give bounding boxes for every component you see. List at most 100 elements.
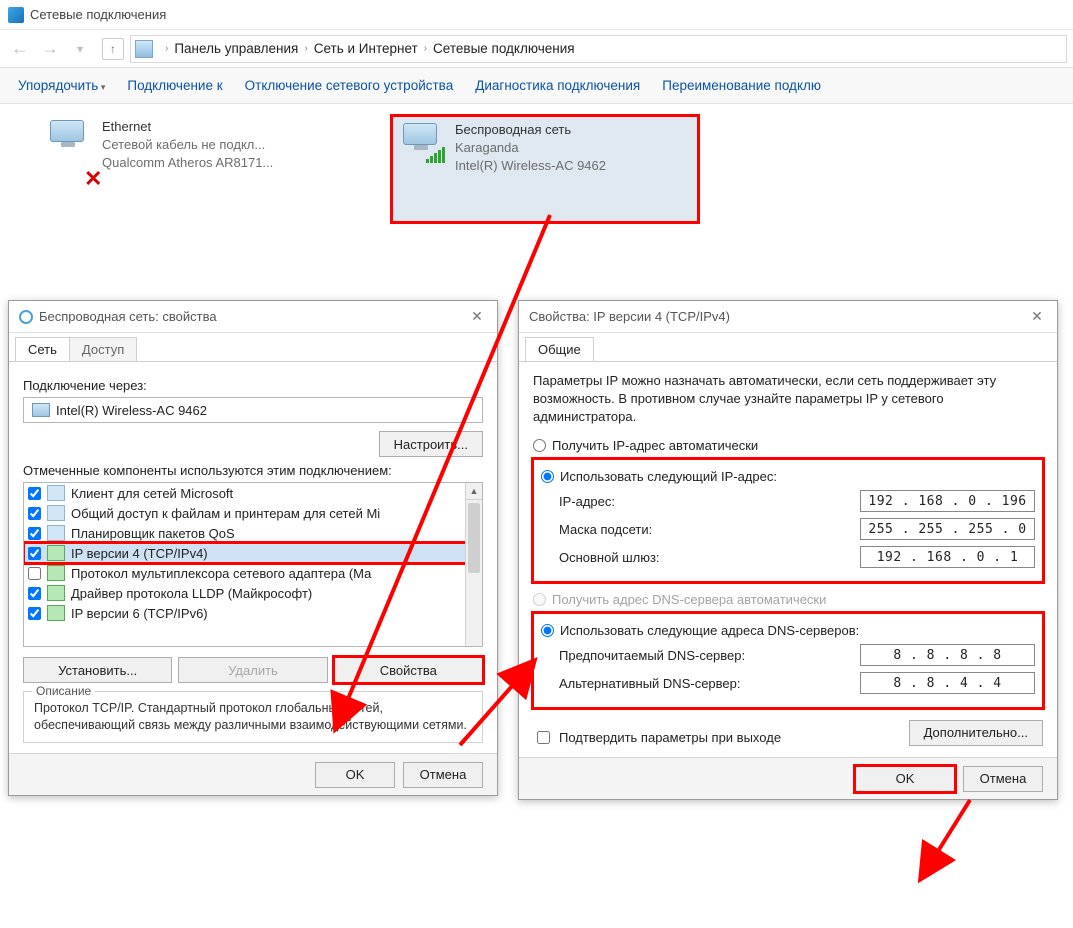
tab-access[interactable]: Доступ bbox=[69, 337, 137, 361]
wifi-name: Беспроводная сеть bbox=[455, 121, 606, 139]
organize-menu[interactable]: Упорядочить bbox=[18, 78, 105, 93]
chk[interactable] bbox=[28, 607, 41, 620]
radio-use-ip[interactable]: Использовать следующий IP-адрес: bbox=[541, 469, 1035, 484]
adapter-icon bbox=[32, 403, 50, 417]
connection-wireless[interactable]: Беспроводная сеть Karaganda Intel(R) Wir… bbox=[390, 114, 700, 224]
cpl-icon bbox=[135, 40, 153, 58]
connection-ethernet[interactable]: ✕ Ethernet Сетевой кабель не подкл... Qu… bbox=[40, 114, 350, 224]
remove-button[interactable]: Удалить bbox=[178, 657, 327, 683]
advanced-button[interactable]: Дополнительно... bbox=[909, 720, 1043, 746]
radio[interactable] bbox=[533, 439, 546, 452]
ok-button[interactable]: OK bbox=[315, 762, 395, 788]
connect-to[interactable]: Подключение к bbox=[127, 78, 222, 93]
ip-input[interactable]: 192 . 168 . 0 . 196 bbox=[860, 490, 1035, 512]
toolbar: Упорядочить Подключение к Отключение сет… bbox=[0, 68, 1073, 104]
info-icon bbox=[19, 310, 33, 324]
tab-network[interactable]: Сеть bbox=[15, 337, 70, 361]
properties-button[interactable]: Свойства bbox=[334, 657, 483, 683]
gw-input[interactable]: 192 . 168 . 0 . 1 bbox=[860, 546, 1035, 568]
diagnose[interactable]: Диагностика подключения bbox=[475, 78, 640, 93]
list-item: Планировщик пакетов QoS bbox=[24, 523, 482, 543]
network-icon bbox=[8, 7, 24, 23]
props-title-bar: Беспроводная сеть: свойства ✕ bbox=[9, 301, 497, 333]
list-item: IP версии 6 (TCP/IPv6) bbox=[24, 603, 482, 623]
nav-row: ← → ▾ ↑ › Панель управления › Сеть и Инт… bbox=[0, 30, 1073, 68]
ip-settings-box: Использовать следующий IP-адрес: IP-адре… bbox=[533, 459, 1043, 582]
title-bar: Сетевые подключения bbox=[0, 0, 1073, 30]
chk[interactable] bbox=[28, 527, 41, 540]
up-button[interactable]: ↑ bbox=[102, 38, 124, 60]
components-list[interactable]: Клиент для сетей Microsoft Общий доступ … bbox=[23, 482, 483, 647]
ok-button[interactable]: OK bbox=[855, 766, 955, 792]
connect-via-label: Подключение через: bbox=[23, 378, 483, 393]
ethernet-icon: ✕ bbox=[44, 118, 92, 158]
close-button[interactable]: ✕ bbox=[467, 308, 487, 325]
wifi-device: Intel(R) Wireless-AC 9462 bbox=[455, 157, 606, 175]
list-item: Клиент для сетей Microsoft bbox=[24, 483, 482, 503]
radio[interactable] bbox=[541, 470, 554, 483]
dns-settings-box: Использовать следующие адреса DNS-сервер… bbox=[533, 613, 1043, 708]
connections-area: ✕ Ethernet Сетевой кабель не подкл... Qu… bbox=[0, 104, 1073, 234]
mask-input[interactable]: 255 . 255 . 255 . 0 bbox=[860, 518, 1035, 540]
eth-device: Qualcomm Atheros AR8171... bbox=[102, 154, 273, 172]
list-item: Общий доступ к файлам и принтерам для се… bbox=[24, 503, 482, 523]
chk[interactable] bbox=[28, 587, 41, 600]
bc-c[interactable]: Сетевые подключения bbox=[433, 41, 575, 56]
bc-a[interactable]: Панель управления bbox=[174, 41, 298, 56]
chk[interactable] bbox=[28, 567, 41, 580]
gw-label: Основной шлюз: bbox=[559, 550, 660, 565]
eth-status: Сетевой кабель не подкл... bbox=[102, 136, 273, 154]
scrollbar[interactable]: ▲ bbox=[465, 483, 482, 646]
bc-b[interactable]: Сеть и Интернет bbox=[314, 41, 418, 56]
disconnected-icon: ✕ bbox=[84, 166, 102, 192]
props-title: Беспроводная сеть: свойства bbox=[39, 309, 217, 324]
mask-label: Маска подсети: bbox=[559, 522, 652, 537]
dns1-input[interactable]: 8 . 8 . 8 . 8 bbox=[860, 644, 1035, 666]
description-group: Описание Протокол TCP/IP. Стандартный пр… bbox=[23, 691, 483, 743]
wireless-icon bbox=[397, 121, 445, 161]
chk[interactable] bbox=[28, 547, 41, 560]
adapter-name: Intel(R) Wireless-AC 9462 bbox=[56, 403, 207, 418]
list-item: Драйвер протокола LLDP (Майкрософт) bbox=[24, 583, 482, 603]
components-label: Отмеченные компоненты используются этим … bbox=[23, 463, 483, 478]
radio-use-dns[interactable]: Использовать следующие адреса DNS-сервер… bbox=[541, 623, 1035, 638]
rename[interactable]: Переименование подклю bbox=[662, 78, 821, 93]
desc-text: Протокол TCP/IP. Стандартный протокол гл… bbox=[34, 700, 472, 734]
dns2-input[interactable]: 8 . 8 . 4 . 4 bbox=[860, 672, 1035, 694]
radio-auto-ip[interactable]: Получить IP-адрес автоматически bbox=[533, 438, 1043, 453]
radio-auto-dns: Получить адрес DNS-сервера автоматически bbox=[533, 592, 1043, 607]
wifi-ssid: Karaganda bbox=[455, 139, 606, 157]
signal-bars-icon bbox=[426, 147, 445, 163]
ip-label: IP-адрес: bbox=[559, 494, 615, 509]
radio bbox=[533, 593, 546, 606]
dns1-label: Предпочитаемый DNS-сервер: bbox=[559, 648, 745, 663]
chk[interactable] bbox=[537, 731, 550, 744]
ip4-title: Свойства: IP версии 4 (TCP/IPv4) bbox=[529, 309, 730, 324]
ip4-title-bar: Свойства: IP версии 4 (TCP/IPv4) ✕ bbox=[519, 301, 1057, 333]
radio[interactable] bbox=[541, 624, 554, 637]
adapter-field: Intel(R) Wireless-AC 9462 bbox=[23, 397, 483, 423]
confirm-on-exit[interactable]: Подтвердить параметры при выходе bbox=[533, 728, 781, 747]
ipv4-properties-dialog: Свойства: IP версии 4 (TCP/IPv4) ✕ Общие… bbox=[518, 300, 1058, 800]
chk[interactable] bbox=[28, 487, 41, 500]
list-item-ipv4: IP версии 4 (TCP/IPv4) bbox=[24, 543, 482, 563]
close-button[interactable]: ✕ bbox=[1027, 308, 1047, 325]
desc-title: Описание bbox=[32, 684, 95, 698]
props-tabs: Сеть Доступ bbox=[9, 333, 497, 362]
dns2-label: Альтернативный DNS-сервер: bbox=[559, 676, 741, 691]
cancel-button[interactable]: Отмена bbox=[963, 766, 1043, 792]
recent-dropdown[interactable]: ▾ bbox=[66, 35, 94, 63]
list-item: Протокол мультиплексора сетевого адаптер… bbox=[24, 563, 482, 583]
cancel-button[interactable]: Отмена bbox=[403, 762, 483, 788]
forward-button[interactable]: → bbox=[36, 35, 64, 63]
ip4-intro: Параметры IP можно назначать автоматичес… bbox=[533, 372, 1043, 426]
breadcrumb[interactable]: › Панель управления › Сеть и Интернет › … bbox=[130, 35, 1067, 63]
window-title: Сетевые подключения bbox=[30, 7, 166, 22]
back-button[interactable]: ← bbox=[6, 35, 34, 63]
disable-device[interactable]: Отключение сетевого устройства bbox=[245, 78, 454, 93]
tab-general[interactable]: Общие bbox=[525, 337, 594, 361]
eth-name: Ethernet bbox=[102, 118, 273, 136]
configure-button[interactable]: Настроить... bbox=[379, 431, 483, 457]
install-button[interactable]: Установить... bbox=[23, 657, 172, 683]
chk[interactable] bbox=[28, 507, 41, 520]
